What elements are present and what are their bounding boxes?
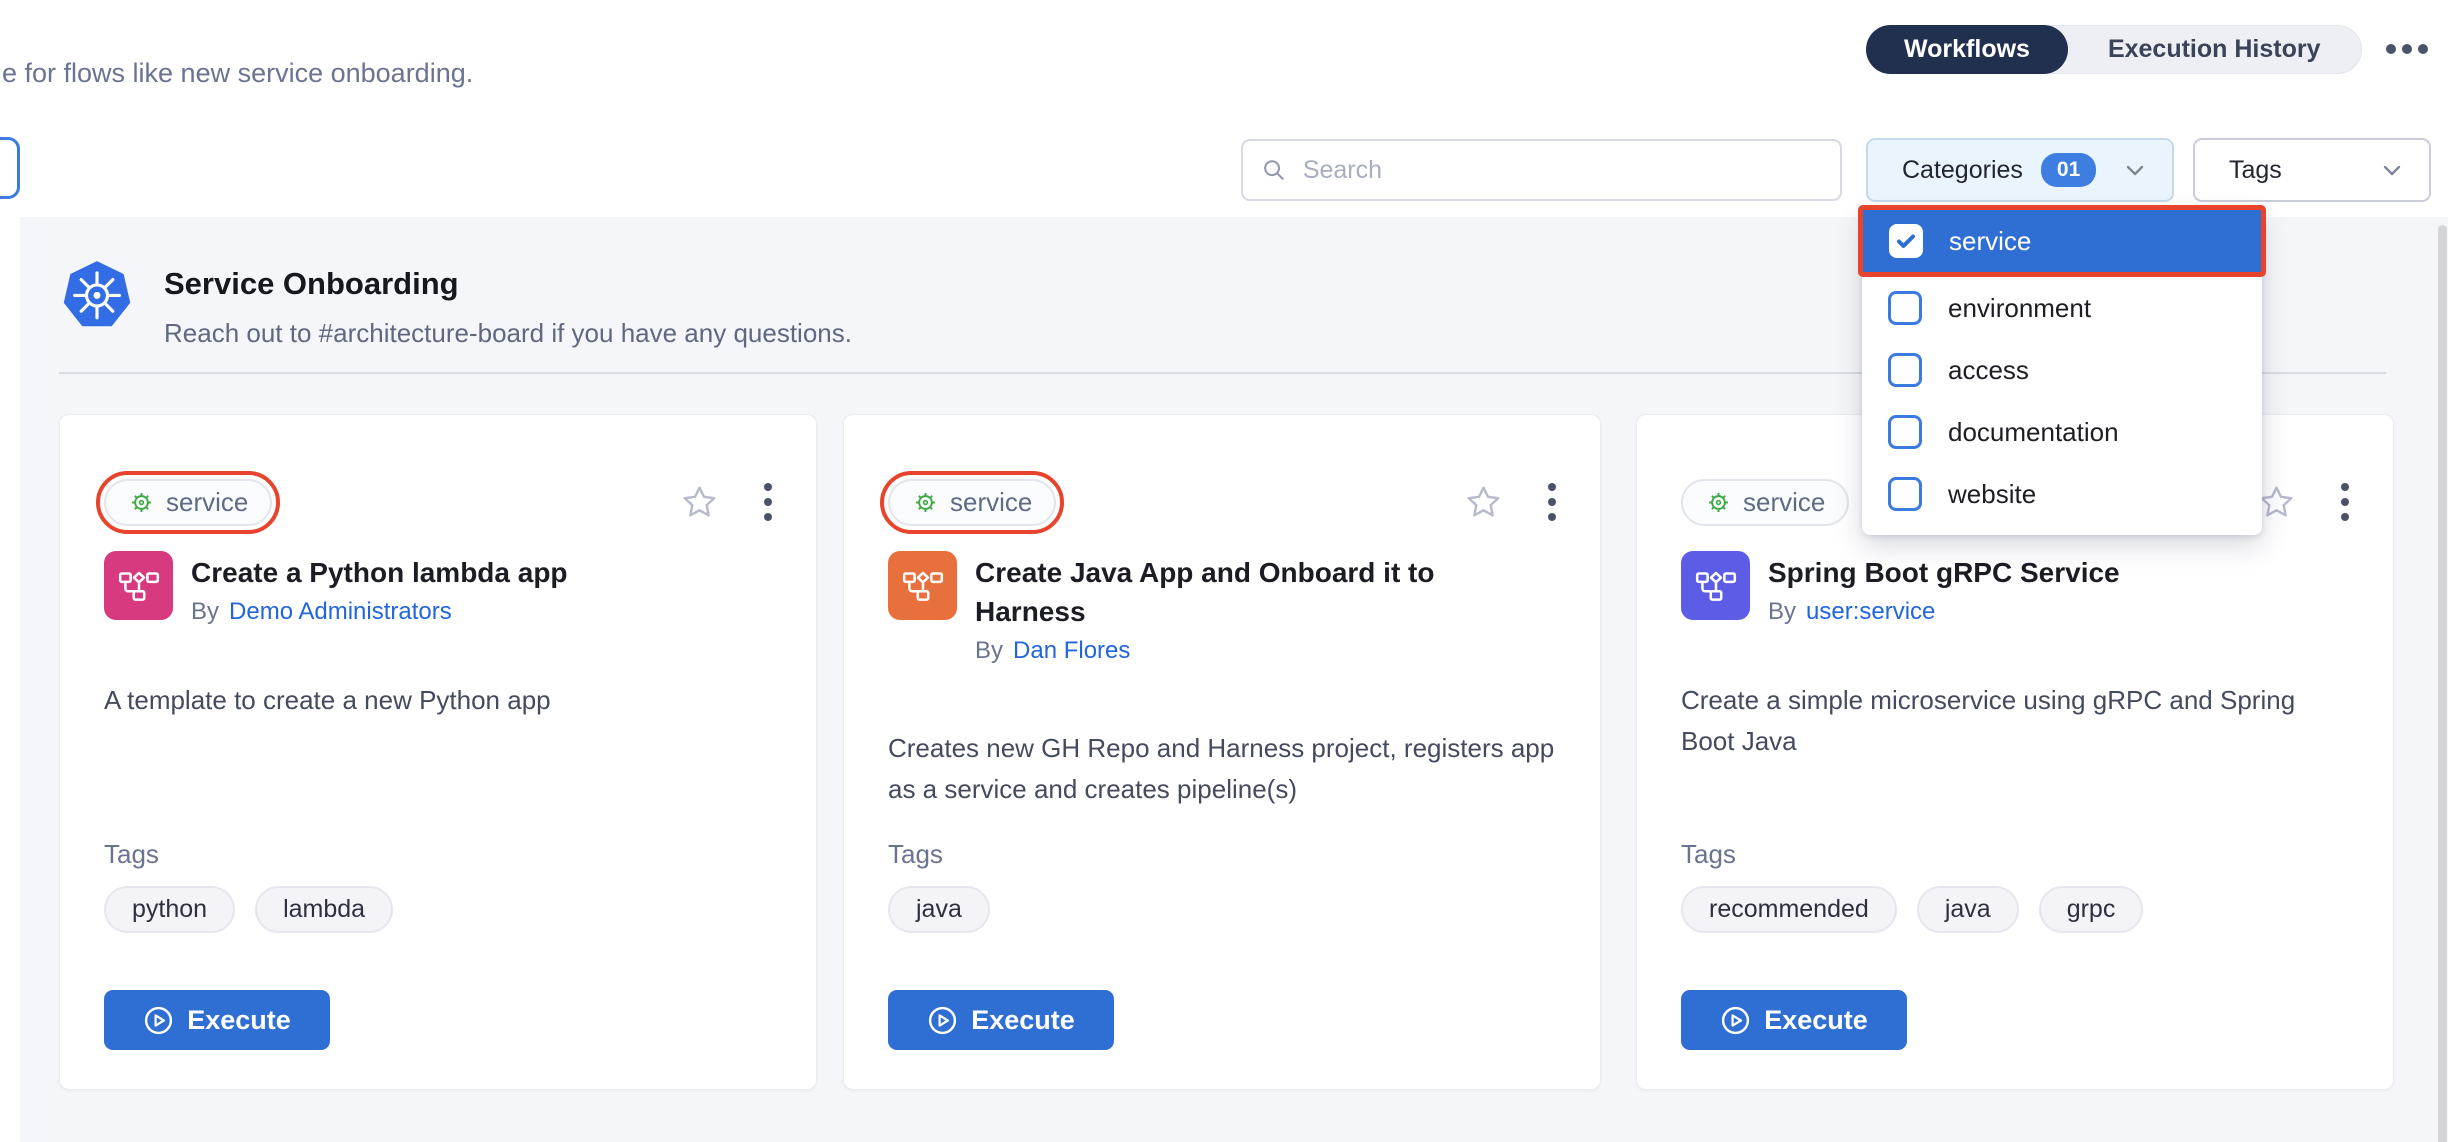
section-title: Service Onboarding	[164, 266, 459, 302]
card-byline: ByDan Flores	[975, 637, 1535, 665]
tag-list: recommended java grpc	[1681, 886, 2143, 933]
dropdown-option-environment[interactable]: environment	[1862, 277, 2262, 339]
left-gutter	[0, 217, 20, 1142]
annotation-ring: service	[96, 471, 280, 534]
template-tile-icon	[1681, 551, 1750, 620]
checkbox-icon[interactable]	[1888, 353, 1922, 387]
play-icon	[1720, 1005, 1751, 1036]
partial-outlined-button[interactable]	[0, 137, 20, 199]
dropdown-option-service[interactable]: service	[1858, 205, 2266, 277]
chevron-down-icon	[2379, 157, 2405, 183]
category-chip: service	[888, 479, 1056, 526]
author-link[interactable]: Dan Flores	[1013, 637, 1130, 664]
favorite-star-icon[interactable]	[681, 484, 718, 521]
tags-label: Tags	[2229, 156, 2282, 185]
tab-execution-history[interactable]: Execution History	[2068, 35, 2361, 64]
gear-icon	[128, 489, 155, 516]
dropdown-option-access[interactable]: access	[1862, 339, 2262, 401]
category-chip-label: service	[166, 487, 248, 518]
tag-pill: java	[888, 886, 990, 933]
favorite-star-icon[interactable]	[1465, 484, 1502, 521]
search-icon	[1261, 156, 1287, 184]
card-menu-icon[interactable]	[1544, 479, 1560, 525]
tags-section-label: Tags	[888, 839, 943, 870]
tag-pill: java	[1917, 886, 2019, 933]
tags-section-label: Tags	[104, 839, 159, 870]
tag-list: python lambda	[104, 886, 393, 933]
play-icon	[143, 1005, 174, 1036]
category-chip: service	[1681, 479, 1849, 526]
checkbox-icon[interactable]	[1888, 415, 1922, 449]
page-subtitle: e for flows like new service onboarding.	[2, 58, 473, 89]
search-box	[1241, 139, 1842, 201]
author-link[interactable]: Demo Administrators	[229, 598, 452, 625]
card-byline: ByDemo Administrators	[191, 598, 568, 626]
execute-button[interactable]: Execute	[888, 990, 1114, 1050]
card-header: Create Java App and Onboard it to Harnes…	[888, 551, 1560, 665]
kubernetes-icon	[62, 258, 132, 330]
tag-pill: grpc	[2039, 886, 2144, 933]
section-subtitle: Reach out to #architecture-board if you …	[164, 318, 852, 349]
search-input[interactable]	[1301, 155, 1822, 186]
chevron-down-icon	[2122, 157, 2148, 183]
tag-pill: recommended	[1681, 886, 1897, 933]
card-header: Spring Boot gRPC Service Byuser:service	[1681, 551, 2353, 626]
card-title: Create Java App and Onboard it to Harnes…	[975, 553, 1535, 631]
category-chip: service	[104, 479, 272, 526]
template-card: service Create	[843, 414, 1601, 1090]
card-description: Creates new GH Repo and Harness project,…	[888, 728, 1556, 810]
tags-filter-button[interactable]: Tags	[2193, 138, 2431, 202]
card-menu-icon[interactable]	[2337, 479, 2353, 525]
category-chip-label: service	[1743, 487, 1825, 518]
categories-filter-button[interactable]: Categories 01	[1866, 138, 2174, 202]
card-description: Create a simple microservice using gRPC …	[1681, 680, 2323, 762]
dropdown-option-documentation[interactable]: documentation	[1862, 401, 2262, 463]
tab-workflows[interactable]: Workflows	[1866, 25, 2068, 74]
tag-pill: python	[104, 886, 235, 933]
checkbox-icon[interactable]	[1888, 477, 1922, 511]
checkbox-icon[interactable]	[1888, 291, 1922, 325]
template-tile-icon	[104, 551, 173, 620]
card-description: A template to create a new Python app	[104, 680, 772, 721]
template-card: service Create	[59, 414, 817, 1090]
category-chip-label: service	[950, 487, 1032, 518]
categories-dropdown: service environment access documentation…	[1862, 209, 2262, 535]
gear-icon	[912, 489, 939, 516]
vertical-scrollbar[interactable]	[2438, 225, 2447, 1142]
card-top-row: service	[104, 469, 776, 535]
more-options-icon[interactable]	[2386, 44, 2428, 54]
tag-pill: lambda	[255, 886, 393, 933]
tags-section-label: Tags	[1681, 839, 1736, 870]
execute-button[interactable]: Execute	[1681, 990, 1907, 1050]
play-icon	[927, 1005, 958, 1036]
categories-label: Categories	[1902, 156, 2023, 185]
gear-icon	[1705, 489, 1732, 516]
card-top-row: service	[888, 469, 1560, 535]
dropdown-option-website[interactable]: website	[1862, 463, 2262, 525]
page-header: e for flows like new service onboarding.…	[0, 0, 2448, 217]
execute-button[interactable]: Execute	[104, 990, 330, 1050]
card-byline: Byuser:service	[1768, 598, 2120, 626]
annotation-ring: service	[880, 471, 1064, 534]
card-header: Create a Python lambda app ByDemo Admini…	[104, 551, 776, 626]
card-title: Spring Boot gRPC Service	[1768, 553, 2120, 592]
view-tabs: Workflows Execution History	[1866, 25, 2362, 74]
author-link[interactable]: user:service	[1806, 598, 1935, 625]
tag-list: java	[888, 886, 990, 933]
categories-count-badge: 01	[2041, 153, 2096, 187]
card-menu-icon[interactable]	[760, 479, 776, 525]
card-title: Create a Python lambda app	[191, 553, 568, 592]
template-tile-icon	[888, 551, 957, 620]
favorite-star-icon[interactable]	[2258, 484, 2295, 521]
workflows-page: e for flows like new service onboarding.…	[0, 0, 2448, 1142]
checkbox-checked-icon[interactable]	[1889, 224, 1923, 258]
